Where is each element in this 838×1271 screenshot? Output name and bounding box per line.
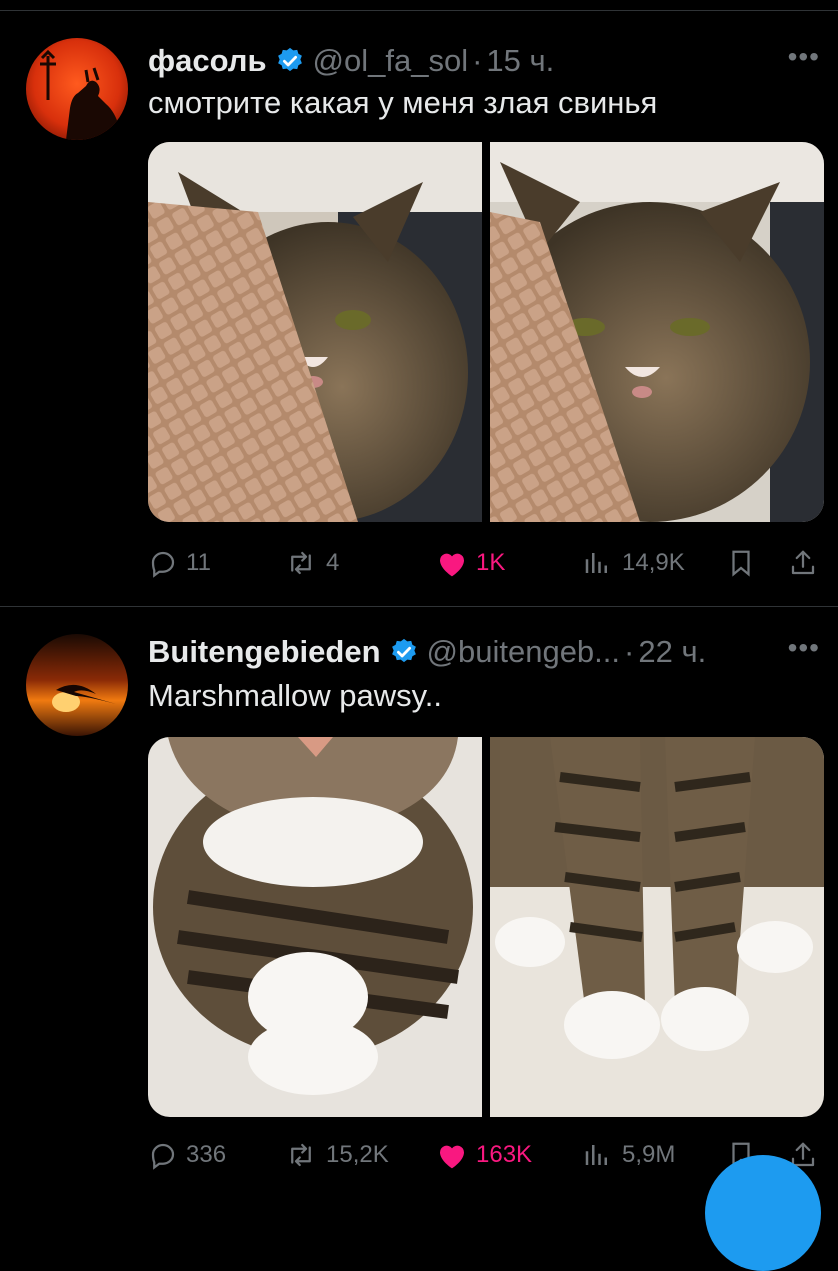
- reply-button[interactable]: 336: [148, 1135, 226, 1175]
- retweet-icon: [291, 551, 311, 575]
- like-button[interactable]: 163K: [436, 1135, 532, 1175]
- media-grid[interactable]: [148, 737, 824, 1117]
- retweet-count: 15,2K: [326, 1141, 389, 1168]
- handle[interactable]: @buitengeb...: [427, 634, 621, 670]
- views-chart-icon: [585, 553, 607, 573]
- tweet-header: фасоль @ol_fa_sol · 15 ч.: [148, 41, 554, 81]
- cat-photo[interactable]: [490, 142, 824, 522]
- reply-button[interactable]: 11: [148, 543, 211, 583]
- reply-icon: [151, 551, 175, 578]
- retweet-icon: [291, 1143, 311, 1167]
- tweet-text: Marshmallow pawsy..: [148, 678, 443, 713]
- cat-paws-photo[interactable]: [490, 737, 824, 1117]
- more-dots-icon[interactable]: •••: [788, 41, 820, 73]
- cat-paws-photo[interactable]: [148, 737, 482, 1117]
- views-count: 14,9K: [622, 549, 685, 576]
- more-dots-icon[interactable]: •••: [788, 632, 820, 664]
- avatar[interactable]: [26, 634, 128, 736]
- display-name[interactable]: Buitengebieden: [148, 634, 381, 670]
- bookmark-icon: [732, 550, 750, 577]
- share-button[interactable]: [788, 543, 818, 583]
- separator: ·: [472, 43, 483, 78]
- bookmark-button[interactable]: [726, 543, 756, 583]
- views-count: 5,9M: [622, 1141, 676, 1168]
- cat-photo[interactable]: [148, 142, 482, 522]
- like-count: 163K: [476, 1141, 533, 1168]
- tweet[interactable]: Buitengebieden @buitengeb... · 22 ч. •••…: [0, 607, 838, 1200]
- views-chart-icon: [585, 1145, 607, 1165]
- heart-filled-icon: [440, 1145, 464, 1169]
- retweet-button[interactable]: 4: [284, 543, 339, 583]
- verified-badge-icon: [277, 47, 302, 72]
- display-name[interactable]: фасоль: [148, 43, 267, 79]
- handle[interactable]: @ol_fa_sol: [313, 43, 469, 79]
- retweet-button[interactable]: 15,2K: [284, 1135, 389, 1175]
- retweet-count: 4: [326, 549, 340, 576]
- avatar[interactable]: [26, 38, 128, 140]
- tweet-text: смотрите какая у меня злая свинья: [148, 85, 658, 120]
- share-icon: [791, 550, 815, 575]
- like-count: 1K: [476, 549, 506, 576]
- tweet-actions: 11 4 1K 14,9K: [148, 543, 828, 583]
- tweet-header: Buitengebieden @buitengeb... · 22 ч.: [148, 632, 706, 672]
- timestamp[interactable]: 15 ч.: [486, 43, 554, 79]
- tweet[interactable]: фасоль @ol_fa_sol · 15 ч. ••• смотрите к…: [0, 11, 838, 606]
- reply-icon: [151, 1143, 175, 1170]
- reply-count: 336: [186, 1141, 227, 1168]
- separator: ·: [624, 634, 635, 669]
- media-grid[interactable]: [148, 142, 824, 522]
- like-button[interactable]: 1K: [436, 543, 505, 583]
- views-button[interactable]: 5,9M: [580, 1135, 675, 1175]
- reply-count: 11: [186, 549, 211, 576]
- timestamp[interactable]: 22 ч.: [638, 634, 706, 670]
- verified-badge-icon: [391, 638, 416, 663]
- views-button[interactable]: 14,9K: [580, 543, 685, 583]
- compose-fab-button[interactable]: [705, 1155, 821, 1271]
- heart-filled-icon: [440, 553, 464, 577]
